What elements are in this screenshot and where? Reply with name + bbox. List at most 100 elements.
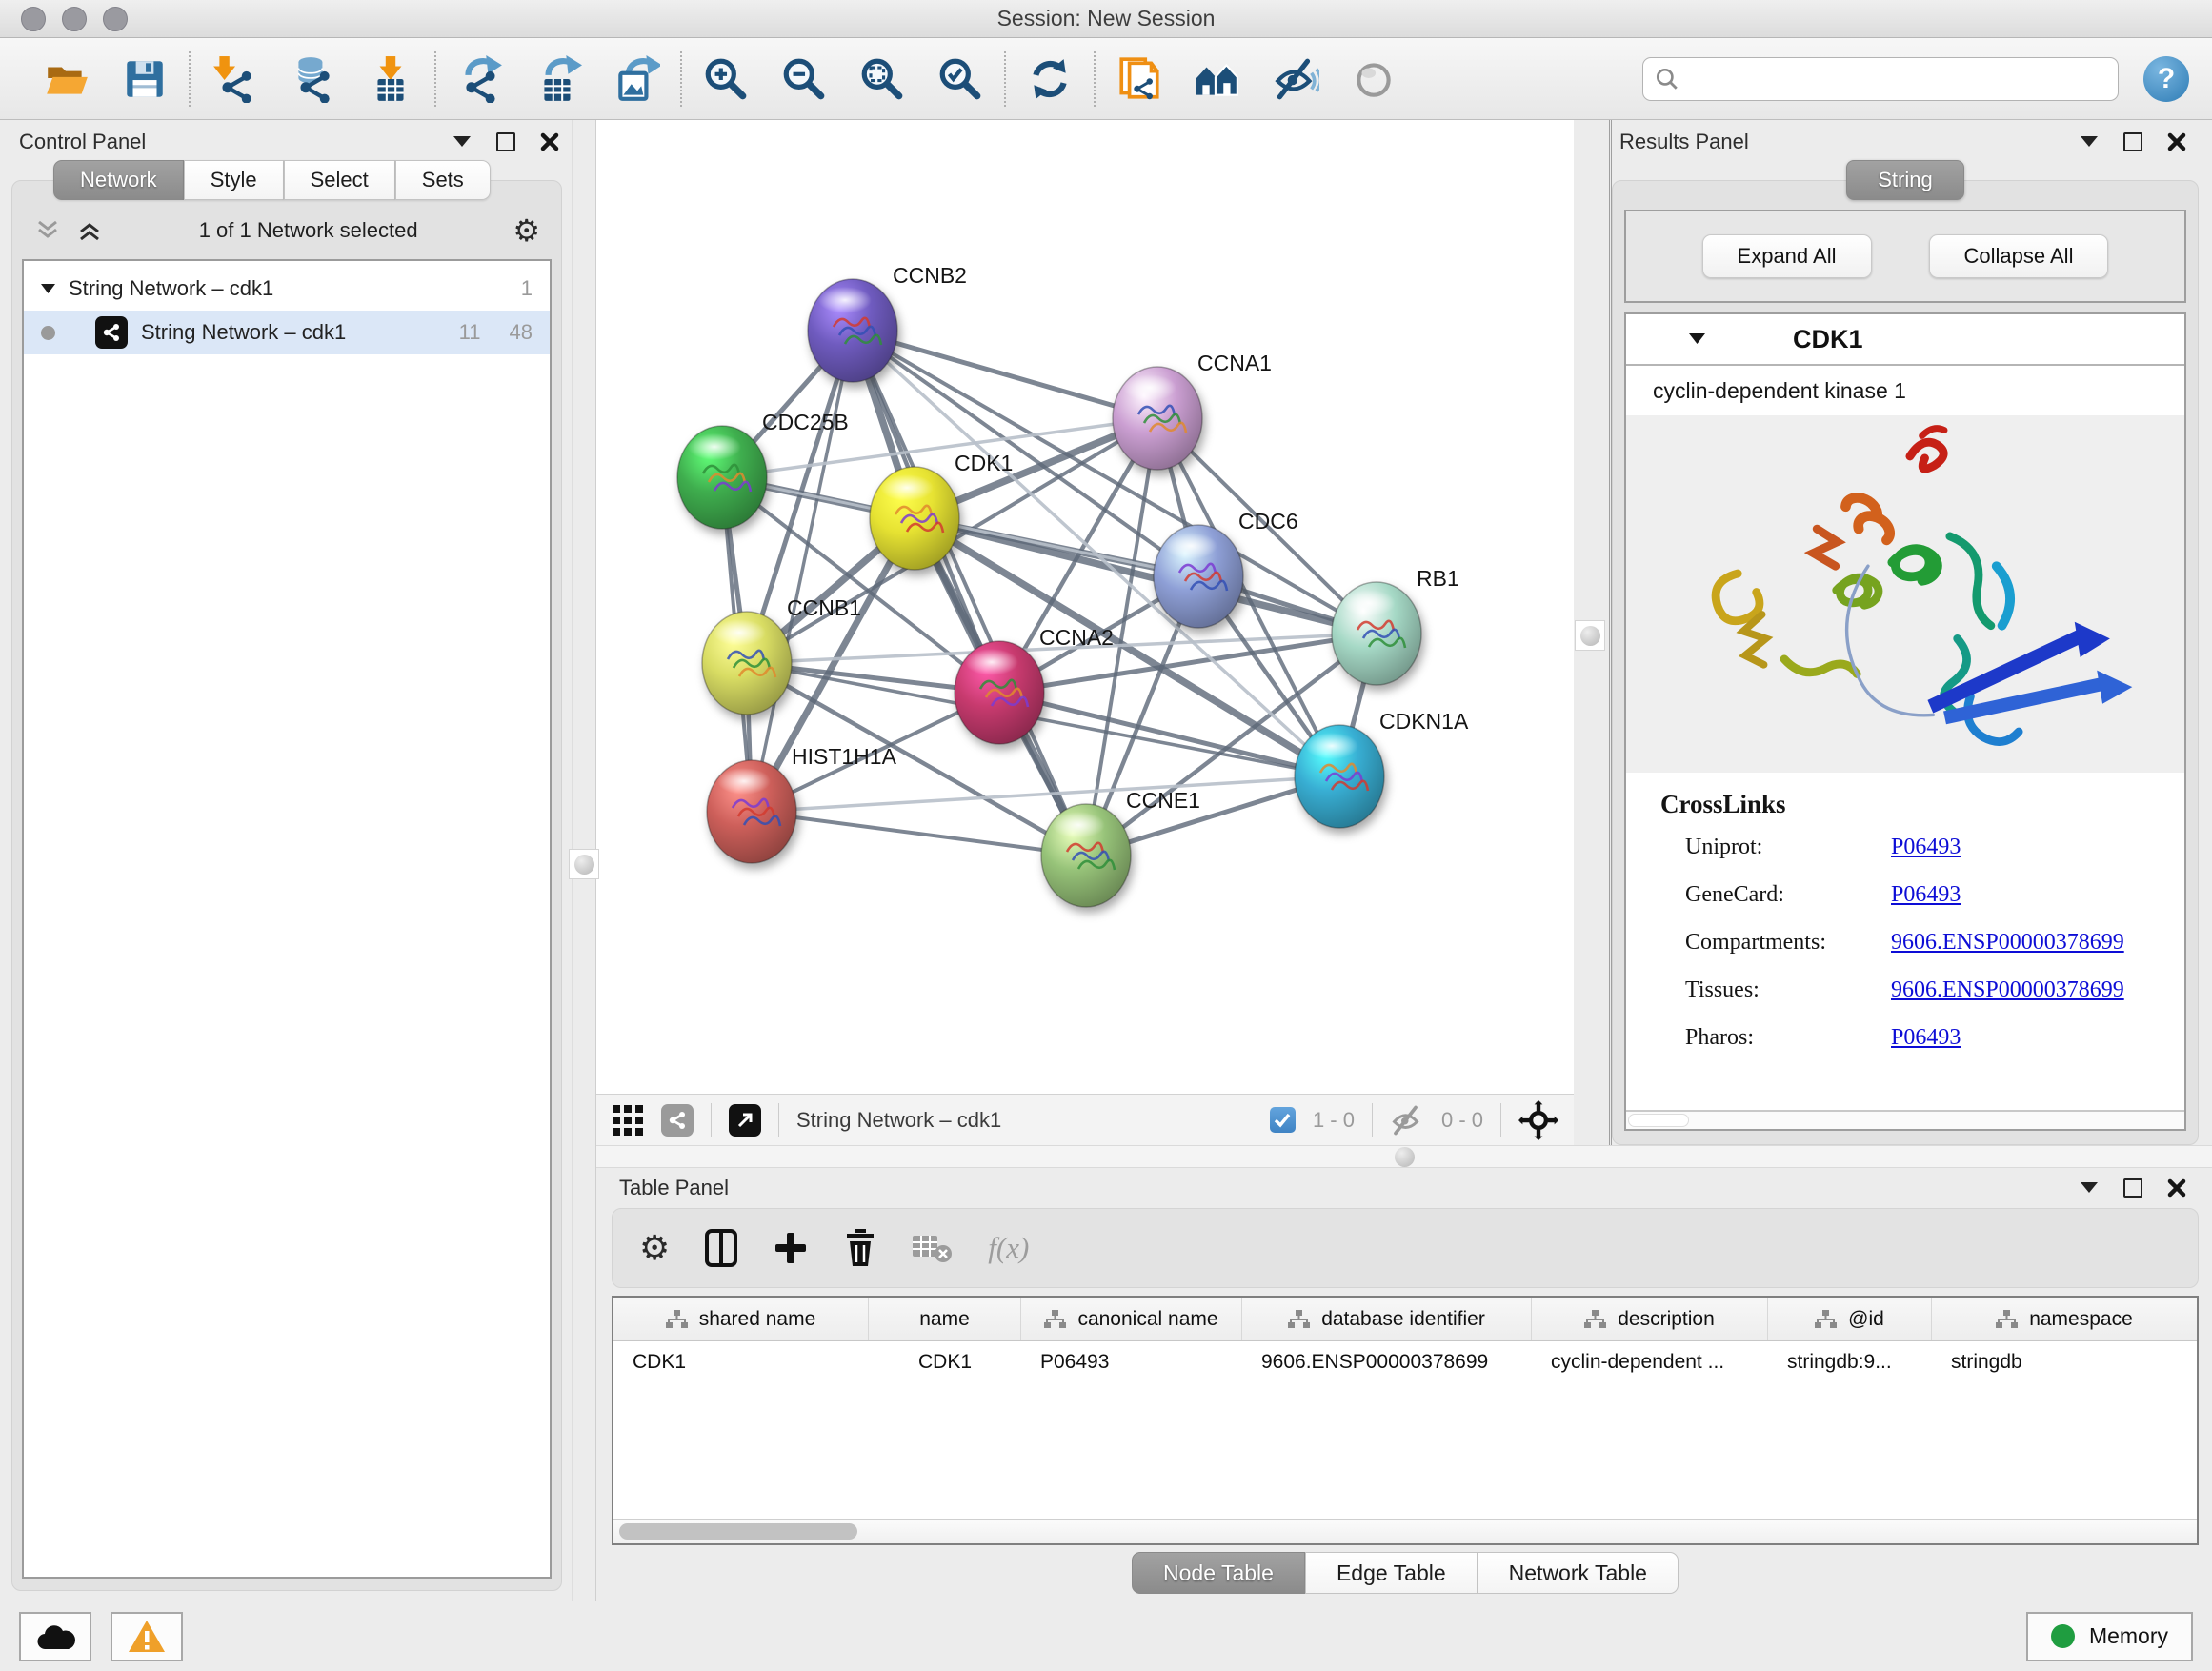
zoom-selected-icon[interactable] [935, 54, 985, 104]
export-network-icon[interactable] [455, 54, 505, 104]
export-table-icon[interactable] [533, 54, 583, 104]
table-row[interactable]: CDK1 CDK1 P06493 9606.ENSP00000378699 cy… [613, 1341, 2197, 1383]
scrollbar-thumb[interactable] [619, 1523, 857, 1540]
bottom-splitter-handle[interactable] [1389, 1141, 1419, 1172]
network-graph[interactable]: CCNB2CCNA1CDC25BCDK1CDC6RB1CCNB1CCNA2CDK… [596, 120, 1574, 1094]
detach-view-icon[interactable] [729, 1104, 761, 1137]
cloud-status-button[interactable] [19, 1612, 91, 1661]
bottom-splitter[interactable] [596, 1145, 2212, 1168]
column-header-database-identifier[interactable]: database identifier [1242, 1298, 1532, 1340]
network-node-CDK1[interactable]: CDK1 [870, 451, 1013, 570]
import-table-file-icon[interactable] [366, 54, 415, 104]
minimize-window-button[interactable] [62, 7, 87, 31]
network-edge[interactable] [853, 331, 1086, 856]
grid-view-icon[interactable] [612, 1104, 644, 1137]
column-header-name[interactable]: name [869, 1298, 1021, 1340]
panel-menu-icon[interactable] [2075, 129, 2103, 155]
control-panel: Control Panel Network Style Select Sets … [0, 120, 572, 1601]
clear-table-icon[interactable] [912, 1232, 954, 1264]
crosslink-compartments-link[interactable]: 9606.ENSP00000378699 [1891, 930, 2124, 956]
results-scrollbar[interactable] [1626, 1110, 2184, 1129]
tab-sets[interactable]: Sets [395, 160, 491, 200]
network-edge[interactable] [752, 331, 853, 812]
add-column-icon[interactable] [773, 1230, 809, 1266]
tab-node-table[interactable]: Node Table [1132, 1552, 1305, 1594]
panel-menu-icon[interactable] [448, 129, 476, 155]
network-row[interactable]: String Network – cdk1 11 48 [24, 311, 550, 354]
overview-eye-icon[interactable] [1349, 54, 1398, 104]
network-edge[interactable] [752, 812, 1086, 856]
crosslink-pharos-link[interactable]: P06493 [1891, 1025, 1961, 1051]
open-session-icon[interactable] [42, 54, 91, 104]
network-node-CCNA1[interactable]: CCNA1 [1113, 351, 1272, 470]
tab-select[interactable]: Select [284, 160, 395, 200]
collapse-all-button[interactable]: Collapse All [1929, 234, 2109, 278]
network-type-icon [95, 316, 128, 349]
save-session-icon[interactable] [120, 54, 170, 104]
tab-network[interactable]: Network [53, 160, 184, 200]
split-columns-icon[interactable] [704, 1229, 738, 1267]
delete-column-trash-icon[interactable] [843, 1229, 877, 1267]
hidden-items-eye-icon[interactable] [1390, 1103, 1424, 1137]
crosslink-uniprot-link[interactable]: P06493 [1891, 835, 1961, 860]
memory-button[interactable]: Memory [2026, 1612, 2193, 1661]
collapse-all-networks-icon[interactable] [33, 217, 62, 244]
crosslink-genecard-link[interactable]: P06493 [1891, 882, 1961, 908]
close-panel-icon[interactable] [2162, 129, 2191, 155]
hide-unhide-icon[interactable] [1271, 54, 1320, 104]
panel-menu-icon[interactable] [2075, 1175, 2103, 1201]
right-splitter[interactable] [1574, 120, 1612, 1145]
birdseye-crosshair-icon[interactable] [1518, 1100, 1558, 1140]
tab-edge-table[interactable]: Edge Table [1305, 1552, 1478, 1594]
selected-items-checkbox-icon[interactable] [1270, 1107, 1296, 1133]
network-options-gear-icon[interactable]: ⚙ [513, 215, 540, 246]
network-collection-row[interactable]: String Network – cdk1 1 [24, 267, 550, 311]
network-node-RB1[interactable]: RB1 [1332, 566, 1459, 685]
refresh-view-icon[interactable] [1025, 54, 1075, 104]
float-panel-icon[interactable] [492, 129, 520, 155]
import-network-database-icon[interactable] [288, 54, 337, 104]
left-splitter-handle[interactable] [569, 849, 599, 879]
left-splitter[interactable] [572, 120, 596, 1601]
search-input[interactable] [1689, 58, 2106, 100]
warning-button[interactable] [111, 1612, 183, 1661]
right-splitter-handle[interactable] [1575, 620, 1605, 651]
tab-string[interactable]: String [1846, 160, 1963, 200]
column-header-namespace[interactable]: namespace [1932, 1298, 2197, 1340]
close-panel-icon[interactable] [535, 129, 564, 155]
network-node-CCNB2[interactable]: CCNB2 [808, 263, 967, 382]
float-panel-icon[interactable] [2119, 1175, 2147, 1201]
network-canvas[interactable]: CCNB2CCNA1CDC25BCDK1CDC6RB1CCNB1CCNA2CDK… [596, 120, 1574, 1094]
table-horizontal-scrollbar[interactable] [613, 1519, 2197, 1543]
column-header-description[interactable]: description [1532, 1298, 1768, 1340]
result-entry-header[interactable]: CDK1 [1626, 314, 2184, 366]
function-builder-icon[interactable]: f(x) [988, 1231, 1029, 1265]
float-panel-icon[interactable] [2119, 129, 2147, 155]
column-header-shared-name[interactable]: shared name [613, 1298, 869, 1340]
network-node-CDKN1A[interactable]: CDKN1A [1295, 709, 1469, 828]
column-header-id[interactable]: @id [1768, 1298, 1932, 1340]
export-image-icon[interactable] [612, 54, 661, 104]
column-header-canonical-name[interactable]: canonical name [1021, 1298, 1242, 1340]
zoom-window-button[interactable] [103, 7, 128, 31]
table-settings-gear-icon[interactable]: ⚙ [639, 1231, 670, 1265]
close-panel-icon[interactable] [2162, 1175, 2191, 1201]
help-icon[interactable]: ? [2143, 56, 2189, 102]
string-home-icon[interactable] [1193, 54, 1242, 104]
import-network-file-icon[interactable] [210, 54, 259, 104]
network-view-share-icon[interactable] [661, 1104, 694, 1137]
zoom-in-icon[interactable] [701, 54, 751, 104]
collection-expander-icon[interactable] [41, 284, 55, 294]
tab-style[interactable]: Style [184, 160, 284, 200]
node-label: CDC6 [1238, 509, 1298, 534]
entry-expander-icon[interactable] [1689, 333, 1705, 345]
expand-all-button[interactable]: Expand All [1702, 234, 1872, 278]
network-view: CCNB2CCNA1CDC25BCDK1CDC6RB1CCNB1CCNA2CDK… [596, 120, 1574, 1145]
duplicate-network-icon[interactable] [1115, 54, 1164, 104]
zoom-fit-icon[interactable] [857, 54, 907, 104]
zoom-out-icon[interactable] [779, 54, 829, 104]
tab-network-table[interactable]: Network Table [1478, 1552, 1679, 1594]
close-window-button[interactable] [21, 7, 46, 31]
expand-all-networks-icon[interactable] [75, 217, 104, 244]
crosslink-tissues-link[interactable]: 9606.ENSP00000378699 [1891, 977, 2124, 1003]
